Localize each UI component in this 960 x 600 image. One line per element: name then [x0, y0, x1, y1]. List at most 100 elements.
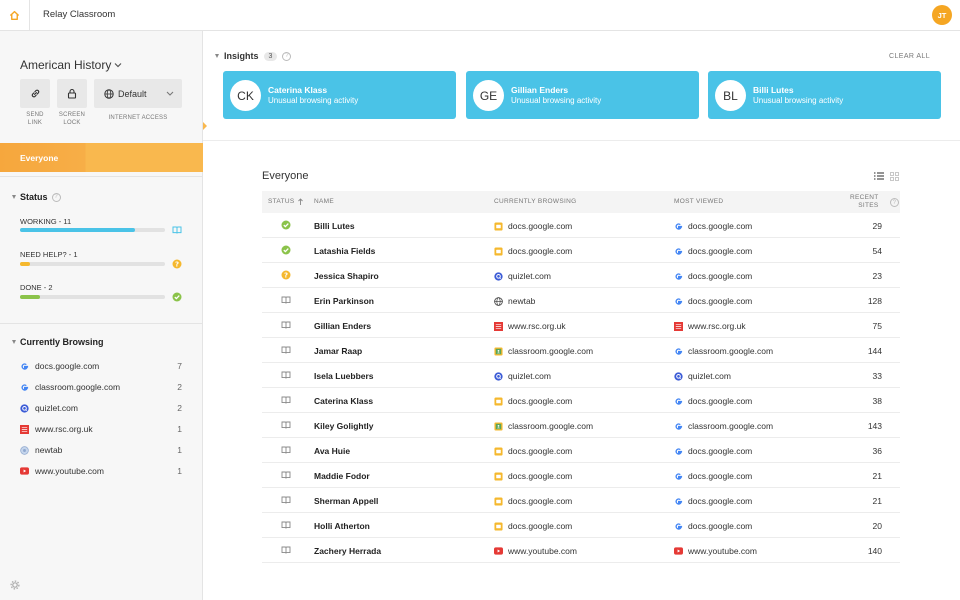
- rsc-icon: [674, 321, 683, 331]
- browsing-item[interactable]: quizlet.com 2: [20, 402, 182, 414]
- grid-view-icon[interactable]: [890, 172, 899, 181]
- home-button[interactable]: [0, 0, 30, 30]
- recent-sites-count: 21: [872, 471, 882, 481]
- table-row[interactable]: Zachery Herrada www.youtube.com www.youtub…: [262, 538, 900, 563]
- student-name[interactable]: Kiley Golightly: [314, 421, 374, 431]
- table-row[interactable]: ? Jessica Shapiro quizlet.com docs.google.c…: [262, 263, 900, 288]
- status-column-header[interactable]: STATUS: [268, 198, 304, 205]
- currently-browsing[interactable]: www.rsc.org.uk: [494, 321, 566, 331]
- table-row[interactable]: Billi Lutes docs.google.com docs.google.co…: [262, 213, 900, 238]
- browsing-item[interactable]: www.youtube.com 1: [20, 465, 182, 477]
- google-icon: [674, 497, 683, 506]
- table-row[interactable]: Sherman Appell docs.google.com docs.google…: [262, 488, 900, 513]
- browsing-item[interactable]: docs.google.com 7: [20, 360, 182, 372]
- help-icon[interactable]: ?: [51, 192, 61, 202]
- most-viewed[interactable]: www.youtube.com: [674, 546, 757, 556]
- most-viewed[interactable]: classroom.google.com: [674, 421, 773, 431]
- most-viewed[interactable]: quizlet.com: [674, 371, 731, 381]
- screen-lock-button[interactable]: [57, 79, 87, 108]
- table-row[interactable]: Latashia Fields docs.google.com docs.googl…: [262, 238, 900, 263]
- table-row[interactable]: Isela Luebbers quizlet.com quizlet.com 33: [262, 363, 900, 388]
- clear-all-button[interactable]: CLEAR ALL: [889, 53, 930, 60]
- user-avatar[interactable]: JT: [932, 5, 952, 25]
- student-name[interactable]: Sherman Appell: [314, 496, 378, 506]
- student-name[interactable]: Gillian Enders: [314, 321, 371, 331]
- most-viewed[interactable]: docs.google.com: [674, 521, 752, 531]
- book-icon: [172, 226, 182, 234]
- browsing-item[interactable]: www.rsc.org.uk 1: [20, 423, 182, 435]
- student-name[interactable]: Caterina Klass: [314, 396, 373, 406]
- table-row[interactable]: Kiley Golightly classroom.google.com class…: [262, 413, 900, 438]
- currently-browsing[interactable]: docs.google.com: [494, 496, 572, 506]
- student-name[interactable]: Zachery Herrada: [314, 546, 381, 556]
- recent-sites-column-header[interactable]: RECENT SITES: [850, 194, 879, 210]
- table-row[interactable]: Maddie Fodor docs.google.com docs.google.c…: [262, 463, 900, 488]
- name-column-header[interactable]: NAME: [314, 198, 334, 205]
- currently-browsing[interactable]: quizlet.com: [494, 371, 551, 381]
- send-link-label: SEND LINK: [26, 112, 44, 126]
- insight-card[interactable]: CK Caterina Klass Unusual browsing activ…: [223, 71, 456, 119]
- browsing-item[interactable]: classroom.google.com 2: [20, 381, 182, 393]
- help-icon[interactable]: ?: [890, 198, 899, 207]
- insights-header[interactable]: Insights 3 ?: [215, 51, 292, 61]
- student-name[interactable]: Jamar Raap: [314, 346, 362, 356]
- currently-browsing[interactable]: classroom.google.com: [494, 346, 593, 356]
- docs-icon: [494, 471, 503, 481]
- most-viewed[interactable]: docs.google.com: [674, 471, 752, 481]
- most-viewed[interactable]: classroom.google.com: [674, 346, 773, 356]
- list-view-icon[interactable]: [874, 172, 884, 180]
- student-name[interactable]: Ava Huie: [314, 446, 350, 456]
- google-icon: [674, 522, 683, 531]
- student-name[interactable]: Billi Lutes: [314, 221, 355, 231]
- class-selector[interactable]: American History: [20, 58, 122, 72]
- currently-browsing[interactable]: docs.google.com: [494, 521, 572, 531]
- most-viewed[interactable]: docs.google.com: [674, 271, 752, 281]
- currently-browsing[interactable]: docs.google.com: [494, 246, 572, 256]
- currently-browsing[interactable]: quizlet.com: [494, 271, 551, 281]
- currently-browsing[interactable]: www.youtube.com: [494, 546, 577, 556]
- group-everyone[interactable]: Everyone: [0, 143, 203, 172]
- table-row[interactable]: Gillian Enders www.rsc.org.uk www.rsc.org.…: [262, 313, 900, 338]
- status-heading[interactable]: Status ?: [12, 192, 61, 202]
- student-name[interactable]: Maddie Fodor: [314, 471, 370, 481]
- table-row[interactable]: Holli Atherton docs.google.com docs.google…: [262, 513, 900, 538]
- insight-card[interactable]: GE Gillian Enders Unusual browsing activ…: [466, 71, 699, 119]
- gear-icon[interactable]: [10, 580, 20, 590]
- currently-browsing[interactable]: docs.google.com: [494, 471, 572, 481]
- student-name[interactable]: Erin Parkinson: [314, 296, 374, 306]
- student-name[interactable]: Latashia Fields: [314, 246, 375, 256]
- currently-browsing[interactable]: docs.google.com: [494, 396, 572, 406]
- student-name[interactable]: Jessica Shapiro: [314, 271, 379, 281]
- currently-browsing[interactable]: docs.google.com: [494, 446, 572, 456]
- most-viewed[interactable]: docs.google.com: [674, 496, 752, 506]
- table-row[interactable]: Jamar Raap classroom.google.com classroom.…: [262, 338, 900, 363]
- student-name[interactable]: Holli Atherton: [314, 521, 370, 531]
- most-viewed-site: docs.google.com: [688, 396, 753, 406]
- classroom-icon: [494, 346, 503, 356]
- most-viewed[interactable]: docs.google.com: [674, 246, 752, 256]
- most-viewed[interactable]: www.rsc.org.uk: [674, 321, 746, 331]
- currently-browsing[interactable]: classroom.google.com: [494, 421, 593, 431]
- currently-browsing[interactable]: newtab: [494, 296, 535, 306]
- insight-card[interactable]: BL Billi Lutes Unusual browsing activity: [708, 71, 941, 119]
- table-row[interactable]: Caterina Klass docs.google.com docs.google…: [262, 388, 900, 413]
- most-viewed[interactable]: docs.google.com: [674, 221, 752, 231]
- table-row[interactable]: Ava Huie docs.google.com docs.google.com 36: [262, 438, 900, 463]
- most-viewed[interactable]: docs.google.com: [674, 446, 752, 456]
- most-viewed[interactable]: docs.google.com: [674, 296, 752, 306]
- internet-access-select[interactable]: Default: [94, 79, 182, 108]
- browsing-count: 1: [177, 466, 182, 476]
- table-row[interactable]: Erin Parkinson newtab docs.google.com 128: [262, 288, 900, 313]
- svg-text:?: ?: [284, 271, 288, 279]
- most-viewed-site: www.youtube.com: [688, 546, 757, 556]
- most-viewed[interactable]: docs.google.com: [674, 396, 752, 406]
- send-link-button[interactable]: [20, 79, 50, 108]
- browsing-heading[interactable]: Currently Browsing: [12, 337, 104, 347]
- most-viewed-column-header[interactable]: MOST VIEWED: [674, 198, 723, 205]
- browsing-column-header[interactable]: CURRENTLY BROWSING: [494, 198, 576, 205]
- currently-browsing[interactable]: docs.google.com: [494, 221, 572, 231]
- student-name[interactable]: Isela Luebbers: [314, 371, 374, 381]
- browsing-item[interactable]: newtab 1: [20, 444, 182, 456]
- browsing-site: www.youtube.com: [508, 546, 577, 556]
- help-icon[interactable]: ?: [282, 51, 292, 61]
